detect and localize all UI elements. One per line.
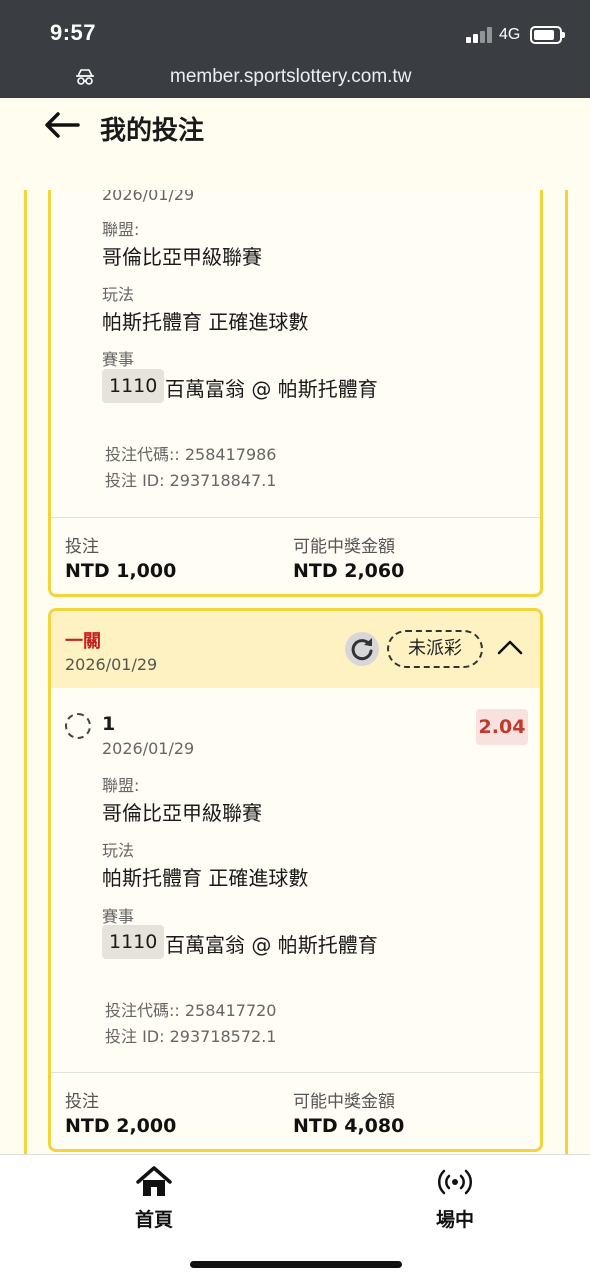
status-bar: 9:57 4G <box>0 0 590 62</box>
tab-live[interactable]: 場中 <box>395 1165 515 1232</box>
stake-value: NTD 2,000 <box>65 1115 177 1137</box>
market-value: 帕斯托體育 正確進球數 <box>102 866 309 890</box>
back-arrow-icon[interactable] <box>42 110 82 140</box>
league-value: 哥倫比亞甲級聯賽 <box>102 245 262 269</box>
tab-home-label: 首頁 <box>134 1209 173 1231</box>
event-label: 賽事 <box>102 350 135 369</box>
league-label: 聯盟: <box>102 776 140 795</box>
status-time: 9:57 <box>50 20 97 45</box>
league-value: 哥倫比亞甲級聯賽 <box>102 801 262 825</box>
bet-card: 一關 2026/01/29 未派彩 1 2026/01/29 2.04 聯盟: … <box>48 608 543 1152</box>
network-type: 4G <box>499 26 521 43</box>
event-code: 1110 <box>102 925 165 959</box>
bet-summary: 投注 NTD 1,000 可能中獎金額 NTD 2,060 <box>51 517 540 594</box>
bet-id: 投注 ID: 293718572.1 <box>105 1027 277 1046</box>
bet-type: 一關 <box>65 631 101 652</box>
bottom-tab-bar: 首頁 場中 <box>0 1154 590 1280</box>
app-header: 我的投注 <box>0 98 590 190</box>
bet-list[interactable]: 2026/01/29 聯盟: 哥倫比亞甲級聯賽 玩法 帕斯托體育 正確進球數 賽… <box>0 190 590 1154</box>
selection-name: 1 <box>102 713 116 735</box>
tab-live-label: 場中 <box>435 1209 474 1231</box>
selection-date: 2026/01/29 <box>102 739 195 758</box>
bet-id: 投注 ID: 293718847.1 <box>105 471 277 490</box>
stake-label: 投注 <box>65 1092 99 1112</box>
signal-icon <box>466 27 492 43</box>
refresh-button[interactable] <box>345 632 379 666</box>
event-code: 1110 <box>102 369 165 403</box>
battery-icon <box>530 26 565 44</box>
chevron-up-icon[interactable] <box>497 637 523 657</box>
bet-date: 2026/01/29 <box>65 655 158 674</box>
selection-status-icon <box>65 713 91 739</box>
page-title: 我的投注 <box>100 116 205 146</box>
bet-card: 2026/01/29 聯盟: 哥倫比亞甲級聯賽 玩法 帕斯托體育 正確進球數 賽… <box>48 190 543 597</box>
event-label: 賽事 <box>102 907 135 926</box>
payout-value: NTD 2,060 <box>293 560 405 582</box>
bet-summary: 投注 NTD 2,000 可能中獎金額 NTD 4,080 <box>51 1072 540 1149</box>
bet-code: 投注代碼:: 258417986 <box>105 445 277 464</box>
payout-value: NTD 4,080 <box>293 1115 405 1137</box>
payout-label: 可能中獎金額 <box>293 1092 395 1112</box>
home-icon <box>136 1166 172 1196</box>
live-broadcast-icon <box>437 1169 473 1195</box>
incognito-icon <box>76 69 94 85</box>
market-label: 玩法 <box>102 841 135 860</box>
bet-card-header[interactable]: 一關 2026/01/29 未派彩 <box>51 611 540 688</box>
market-value: 帕斯托體育 正確進球數 <box>102 310 309 334</box>
stake-label: 投注 <box>65 537 99 557</box>
browser-url-bar[interactable]: member.sportslottery.com.tw <box>0 62 590 98</box>
bet-code: 投注代碼:: 258417720 <box>105 1001 277 1020</box>
stake-value: NTD 1,000 <box>65 560 177 582</box>
url-text[interactable]: member.sportslottery.com.tw <box>170 66 411 88</box>
refresh-icon <box>351 638 373 661</box>
league-label: 聯盟: <box>102 220 140 239</box>
event-name: 百萬富翁 @ 帕斯托體育 <box>165 377 378 401</box>
selection-date: 2026/01/29 <box>102 190 195 204</box>
market-label: 玩法 <box>102 285 135 304</box>
event-name: 百萬富翁 @ 帕斯托體育 <box>165 933 378 957</box>
tab-home[interactable]: 首頁 <box>94 1165 214 1232</box>
home-indicator[interactable] <box>190 1261 402 1268</box>
payout-label: 可能中獎金額 <box>293 537 395 557</box>
status-badge: 未派彩 <box>387 630 483 668</box>
odds-badge: 2.04 <box>476 709 528 745</box>
